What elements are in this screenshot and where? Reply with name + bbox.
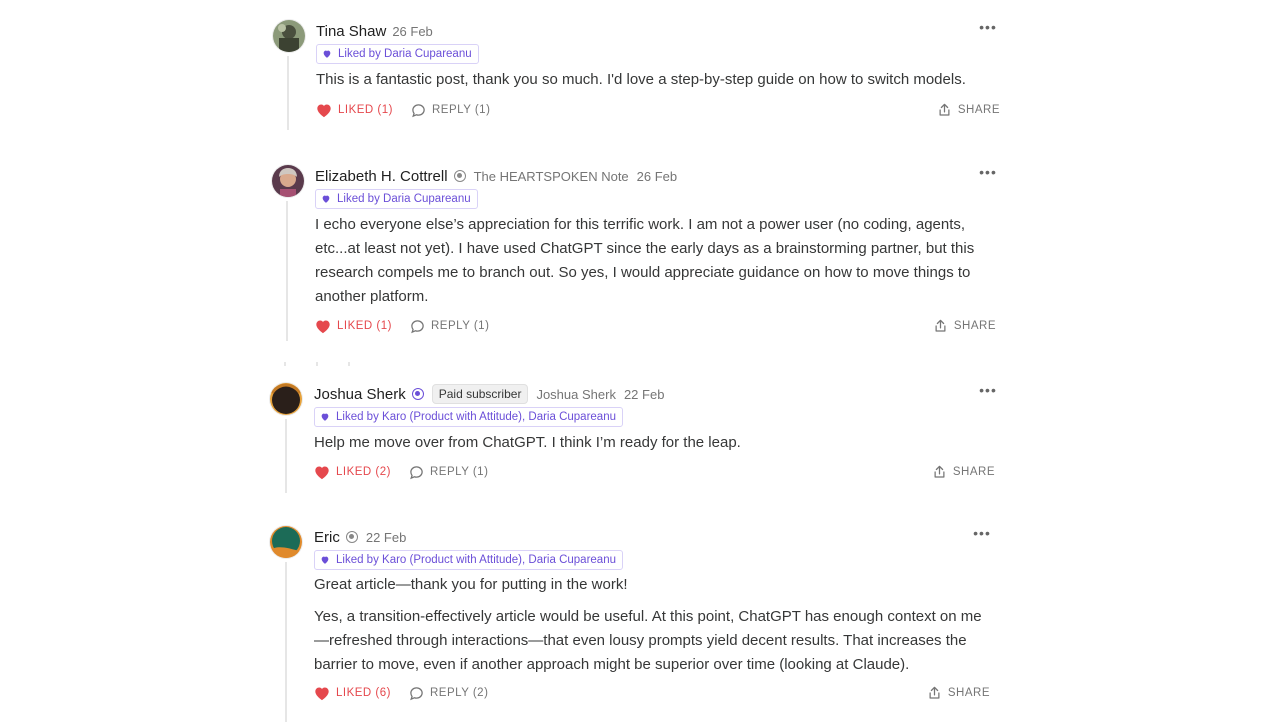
- reply-button[interactable]: REPLY (1): [410, 319, 489, 334]
- subscriber-badge-icon: [411, 388, 424, 400]
- avatar[interactable]: [270, 526, 302, 558]
- heart-icon: [323, 50, 331, 58]
- reply-label: REPLY (1): [432, 104, 491, 116]
- ellipsis-icon[interactable]: •••: [976, 20, 1000, 40]
- share-button[interactable]: SHARE: [933, 318, 996, 334]
- comment-actions: LIKED (1) REPLY (1) SHARE: [315, 316, 1000, 336]
- avatar[interactable]: [270, 383, 302, 415]
- avatar[interactable]: [273, 20, 305, 52]
- subscriber-badge-icon: [453, 170, 466, 182]
- comment-bubble-icon: [410, 465, 423, 479]
- heart-icon: [317, 104, 331, 117]
- like-button[interactable]: LIKED (6): [314, 686, 391, 701]
- like-button[interactable]: LIKED (1): [315, 319, 392, 334]
- comment-bubble-icon: [412, 103, 425, 117]
- share-button[interactable]: SHARE: [937, 102, 1000, 118]
- liked-by-text: Liked by Karo (Product with Attitude), D…: [336, 411, 616, 423]
- like-label: LIKED (6): [336, 687, 391, 699]
- share-icon: [939, 103, 950, 116]
- comment-paragraph: Help me move over from ChatGPT. I think …: [314, 434, 741, 451]
- like-label: LIKED (2): [336, 466, 391, 478]
- liked-by-badge[interactable]: Liked by Karo (Product with Attitude), D…: [314, 407, 623, 427]
- share-icon: [934, 465, 945, 478]
- comment-thread: Tina Shaw 26 Feb ••• Liked by Daria Cupa…: [0, 0, 1280, 722]
- comment-body: This is a fantastic post, thank you so m…: [316, 68, 1000, 92]
- share-label: SHARE: [947, 687, 990, 699]
- author-name[interactable]: Elizabeth H. Cottrell: [315, 168, 448, 185]
- subscriber-badge-icon: [345, 531, 358, 543]
- reply-label: REPLY (2): [430, 687, 489, 699]
- comment-date[interactable]: 26 Feb: [392, 24, 432, 39]
- share-label: SHARE: [953, 320, 996, 332]
- comment-paragraph: I echo everyone else’s appreciation for …: [315, 216, 975, 305]
- ellipsis-icon[interactable]: •••: [970, 526, 994, 546]
- comment-body: Help me move over from ChatGPT. I think …: [314, 431, 1000, 455]
- author-name[interactable]: Tina Shaw: [316, 23, 386, 40]
- thread-line: [285, 419, 287, 493]
- liked-by-badge[interactable]: Liked by Daria Cupareanu: [315, 189, 478, 209]
- comment-date[interactable]: 22 Feb: [624, 387, 664, 402]
- like-button[interactable]: LIKED (2): [314, 465, 391, 480]
- heart-icon: [322, 195, 330, 203]
- thread-divider: [284, 362, 350, 366]
- like-button[interactable]: LIKED (1): [316, 103, 393, 118]
- author-name[interactable]: Joshua Sherk: [314, 386, 406, 403]
- share-label: SHARE: [957, 104, 1000, 116]
- like-label: LIKED (1): [338, 104, 393, 116]
- comment-paragraph: This is a fantastic post, thank you so m…: [316, 71, 966, 88]
- comment-actions: LIKED (2) REPLY (1) SHARE: [314, 462, 1000, 482]
- reply-button[interactable]: REPLY (1): [409, 465, 488, 480]
- ellipsis-icon[interactable]: •••: [976, 383, 1000, 403]
- publication-name[interactable]: Joshua Sherk: [536, 387, 616, 402]
- heart-icon: [315, 466, 329, 479]
- liked-by-text: Liked by Daria Cupareanu: [338, 48, 472, 60]
- thread-line: [285, 562, 287, 722]
- heart-icon: [321, 556, 329, 564]
- reply-label: REPLY (1): [430, 466, 489, 478]
- heart-icon: [321, 413, 329, 421]
- share-button[interactable]: SHARE: [932, 464, 995, 480]
- ellipsis-icon[interactable]: •••: [976, 165, 1000, 185]
- avatar[interactable]: [272, 165, 304, 197]
- like-label: LIKED (1): [337, 320, 392, 332]
- reply-button[interactable]: REPLY (1): [411, 103, 490, 118]
- comment-header: Joshua Sherk Paid subscriber Joshua Sher…: [314, 383, 664, 405]
- comment-paragraph: Great article—thank you for putting in t…: [314, 576, 628, 593]
- comment-header: Eric 22 Feb: [314, 526, 406, 548]
- comment-bubble-icon: [411, 319, 424, 333]
- liked-by-badge[interactable]: Liked by Karo (Product with Attitude), D…: [314, 550, 623, 570]
- comment-header: Tina Shaw 26 Feb: [316, 20, 433, 42]
- share-icon: [929, 686, 940, 699]
- heart-icon: [316, 320, 330, 333]
- comment-date[interactable]: 26 Feb: [637, 169, 677, 184]
- comment-header: Elizabeth H. Cottrell The HEARTSPOKEN No…: [315, 165, 677, 187]
- comment-actions: LIKED (6) REPLY (2) SHARE: [314, 683, 1000, 703]
- heart-icon: [315, 687, 329, 700]
- comment-paragraph: Yes, a transition-effectively article wo…: [314, 608, 982, 673]
- thread-line: [287, 56, 289, 130]
- comment-eric: Eric 22 Feb ••• Liked by Karo (Product w…: [270, 526, 1000, 722]
- liked-by-text: Liked by Daria Cupareanu: [337, 193, 471, 205]
- comment-tina-shaw: Tina Shaw 26 Feb ••• Liked by Daria Cupa…: [270, 20, 1000, 132]
- reply-label: REPLY (1): [431, 320, 490, 332]
- thread-line: [286, 201, 288, 341]
- comment-actions: LIKED (1) REPLY (1) SHARE: [316, 100, 1000, 120]
- share-icon: [935, 319, 946, 332]
- reply-button[interactable]: REPLY (2): [409, 686, 488, 701]
- paid-subscriber-badge: Paid subscriber: [431, 384, 529, 404]
- comment-body: I echo everyone else’s appreciation for …: [315, 213, 982, 309]
- liked-by-badge[interactable]: Liked by Daria Cupareanu: [316, 44, 479, 64]
- comment-date[interactable]: 22 Feb: [366, 530, 406, 545]
- share-label: SHARE: [952, 466, 995, 478]
- comment-elizabeth-cottrell: Elizabeth H. Cottrell The HEARTSPOKEN No…: [270, 165, 1000, 343]
- publication-name[interactable]: The HEARTSPOKEN Note: [474, 169, 629, 184]
- comment-bubble-icon: [410, 686, 423, 700]
- share-button[interactable]: SHARE: [927, 685, 990, 701]
- comment-joshua-sherk: Joshua Sherk Paid subscriber Joshua Sher…: [270, 383, 1000, 495]
- comment-body: Great article—thank you for putting in t…: [314, 573, 982, 677]
- liked-by-text: Liked by Karo (Product with Attitude), D…: [336, 554, 616, 566]
- author-name[interactable]: Eric: [314, 529, 340, 546]
